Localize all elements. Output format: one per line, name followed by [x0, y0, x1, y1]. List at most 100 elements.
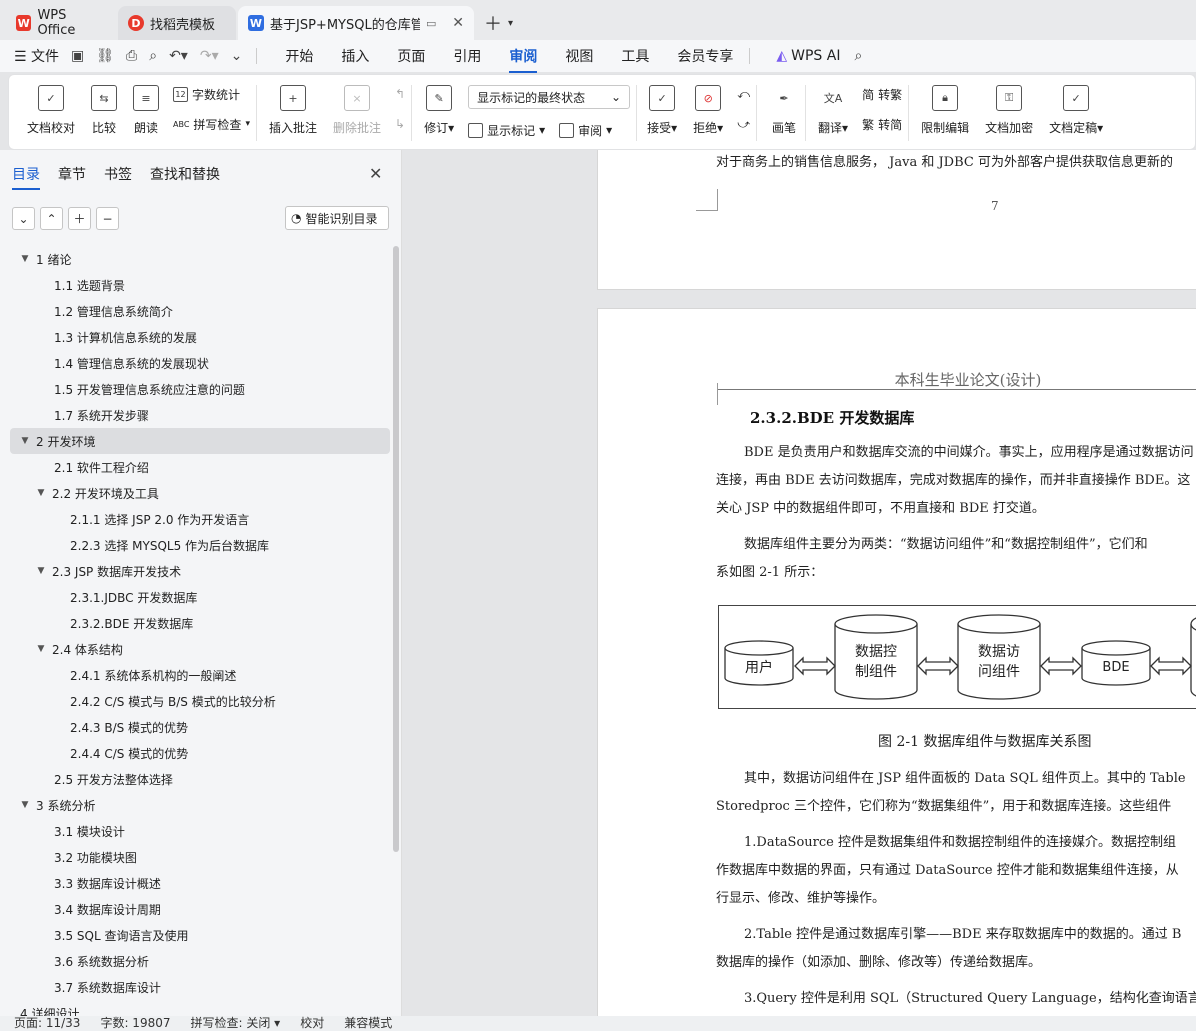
toc-item[interactable]: 2.2.3 选择 MYSQL5 作为后台数据库: [10, 532, 390, 558]
toc-item[interactable]: 1.7 系统开发步骤: [10, 402, 390, 428]
toc-item[interactable]: 3.7 系统数据库设计: [10, 974, 390, 1000]
compare-button[interactable]: ⇆ 比较: [83, 85, 125, 136]
link-icon[interactable]: ⛓: [96, 48, 114, 64]
tab-document[interactable]: W 基于JSP+MYSQL的仓库管理系 ▭ ✕: [238, 6, 474, 40]
to-traditional-button[interactable]: 简转繁: [862, 85, 902, 103]
toc-item[interactable]: 2.1 软件工程介绍: [10, 454, 390, 480]
track-changes-button[interactable]: ✎ 修订▾: [416, 85, 462, 136]
next-change-icon[interactable]: ⤻: [737, 115, 750, 133]
restrict-edit-button[interactable]: 🔒︎ 限制编辑: [913, 85, 977, 136]
document-canvas[interactable]: 对于商务上的销售信息服务， Java 和 JDBC 可为外部客户提供获取信息更新…: [403, 150, 1196, 1016]
tab-review[interactable]: 审阅: [509, 46, 538, 73]
tab-home[interactable]: 开始: [285, 46, 313, 66]
spell-check-button[interactable]: ABC 拼写检查 ▾: [173, 115, 250, 133]
show-markup-button[interactable]: 显示标记 ▾: [468, 121, 545, 139]
expand-arrow-icon[interactable]: ▼: [20, 800, 30, 810]
tab-insert[interactable]: 插入: [341, 46, 369, 66]
tab-view[interactable]: 视图: [565, 46, 593, 66]
toc-item[interactable]: 2.3.2.BDE 开发数据库: [10, 610, 390, 636]
toc-item[interactable]: 2.4.1 系统体系机构的一般阐述: [10, 662, 390, 688]
toc-item[interactable]: 3.6 系统数据分析: [10, 948, 390, 974]
encrypt-button[interactable]: ⚿ 文档加密: [977, 85, 1041, 136]
toc-item[interactable]: ▼ 2.2 开发环境及工具: [10, 480, 390, 506]
toc-item[interactable]: 1.4 管理信息系统的发展现状: [10, 350, 390, 376]
delete-comment-button[interactable]: × 删除批注: [325, 85, 389, 136]
previous-comment-icon[interactable]: ↰: [395, 85, 405, 103]
undo-icon[interactable]: ↶▾: [169, 48, 188, 64]
expand-arrow-icon[interactable]: ▼: [36, 644, 46, 654]
read-aloud-button[interactable]: ≡ 朗读: [125, 85, 167, 136]
toc-item[interactable]: 3.2 功能模块图: [10, 844, 390, 870]
tab-page[interactable]: 页面: [397, 46, 425, 66]
collapse-up-icon[interactable]: ⌃: [40, 207, 63, 230]
proofread-button[interactable]: ✓ 文档校对: [19, 85, 83, 136]
word-count-status[interactable]: 字数: 19807: [100, 1016, 170, 1031]
add-heading-icon[interactable]: ＋: [68, 207, 91, 230]
new-tab-button[interactable]: ＋ ▾: [476, 6, 521, 40]
nav-tab-bookmarks[interactable]: 书签: [104, 164, 132, 190]
close-icon[interactable]: ✕: [452, 15, 464, 31]
proof-status[interactable]: 校对: [300, 1016, 324, 1031]
toc-item[interactable]: 1.3 计算机信息系统的发展: [10, 324, 390, 350]
print-icon[interactable]: ⎙: [126, 48, 137, 64]
finalize-button[interactable]: ✓ 文档定稿▾: [1041, 85, 1111, 136]
expand-down-icon[interactable]: ⌄: [12, 207, 35, 230]
toc-item[interactable]: ▼ 2.3 JSP 数据库开发技术: [10, 558, 390, 584]
toc-item[interactable]: 2.3.1.JDBC 开发数据库: [10, 584, 390, 610]
to-simplified-button[interactable]: 繁转简: [862, 115, 902, 133]
previous-change-icon[interactable]: ⤺: [737, 85, 750, 103]
nav-tab-sections[interactable]: 章节: [58, 164, 86, 190]
nav-tab-toc[interactable]: 目录: [12, 164, 40, 190]
toc-item[interactable]: 1.2 管理信息系统简介: [10, 298, 390, 324]
search-icon[interactable]: ⌕: [854, 48, 862, 64]
chevron-down-icon[interactable]: ▾: [508, 18, 513, 29]
wps-ai-button[interactable]: ◭ WPS AI: [776, 48, 840, 64]
expand-arrow-icon[interactable]: ▼: [20, 254, 30, 264]
toc-item[interactable]: ▼ 1 绪论: [10, 246, 390, 272]
expand-arrow-icon[interactable]: ▼: [20, 436, 30, 446]
smart-toc-button[interactable]: ◔ 智能识别目录: [285, 206, 389, 230]
tab-membership[interactable]: 会员专享: [677, 46, 733, 66]
accept-button[interactable]: ✓ 接受▾: [639, 85, 685, 136]
toc-item[interactable]: ▼ 3 系统分析: [10, 792, 390, 818]
toc-item[interactable]: 2.5 开发方法整体选择: [10, 766, 390, 792]
insert-comment-button[interactable]: + 插入批注: [261, 85, 325, 136]
toc-item[interactable]: 1.1 选题背景: [10, 272, 390, 298]
toc-item[interactable]: 3.3 数据库设计概述: [10, 870, 390, 896]
tab-tools[interactable]: 工具: [621, 46, 649, 66]
page-indicator[interactable]: 页面: 11/33: [14, 1016, 80, 1031]
print-preview-icon[interactable]: ⌕: [149, 48, 157, 64]
toc-item[interactable]: 2.1.1 选择 JSP 2.0 作为开发语言: [10, 506, 390, 532]
toc-item[interactable]: ▼ 2.4 体系结构: [10, 636, 390, 662]
markup-state-select[interactable]: 显示标记的最终状态 ⌄: [468, 85, 631, 109]
nav-tab-find-replace[interactable]: 查找和替换: [150, 164, 220, 190]
tab-docer[interactable]: D 找稻壳模板: [118, 6, 236, 40]
toc-item[interactable]: ▼ 2 开发环境: [10, 428, 390, 454]
toc-item[interactable]: 3.4 数据库设计周期: [10, 896, 390, 922]
expand-arrow-icon[interactable]: ▼: [36, 566, 46, 576]
spell-check-status[interactable]: 拼写检查: 关闭 ▾: [191, 1016, 281, 1031]
expand-arrow-icon[interactable]: ▼: [36, 488, 46, 498]
tab-references[interactable]: 引用: [453, 46, 481, 66]
reject-button[interactable]: ⊘ 拒绝▾: [685, 85, 731, 136]
toc-item[interactable]: 2.4.2 C/S 模式与 B/S 模式的比较分析: [10, 688, 390, 714]
pen-button[interactable]: ✒ 画笔: [763, 85, 805, 136]
remove-heading-icon[interactable]: −: [96, 207, 119, 230]
toc-item[interactable]: 3.1 模块设计: [10, 818, 390, 844]
save-icon[interactable]: ▣: [71, 48, 84, 64]
word-count-button[interactable]: 12 字数统计: [173, 85, 250, 103]
close-icon[interactable]: ✕: [369, 164, 382, 183]
toc-item[interactable]: 2.4.4 C/S 模式的优势: [10, 740, 390, 766]
translate-button[interactable]: 文A 翻译▾: [810, 85, 856, 136]
redo-icon[interactable]: ↷▾: [200, 48, 219, 64]
toc-item[interactable]: 3.5 SQL 查询语言及使用: [10, 922, 390, 948]
toc-item[interactable]: 2.4.3 B/S 模式的优势: [10, 714, 390, 740]
monitor-icon[interactable]: ▭: [426, 17, 436, 30]
tab-wps-office[interactable]: W WPS Office: [6, 6, 116, 40]
file-menu[interactable]: ☰ 文件: [14, 46, 59, 66]
next-comment-icon[interactable]: ↳: [395, 115, 405, 133]
scrollbar[interactable]: [393, 246, 399, 852]
toc-item[interactable]: 1.5 开发管理信息系统应注意的问题: [10, 376, 390, 402]
more-chevron-icon[interactable]: ⌄: [231, 48, 243, 64]
review-pane-button[interactable]: 审阅 ▾: [559, 121, 612, 139]
